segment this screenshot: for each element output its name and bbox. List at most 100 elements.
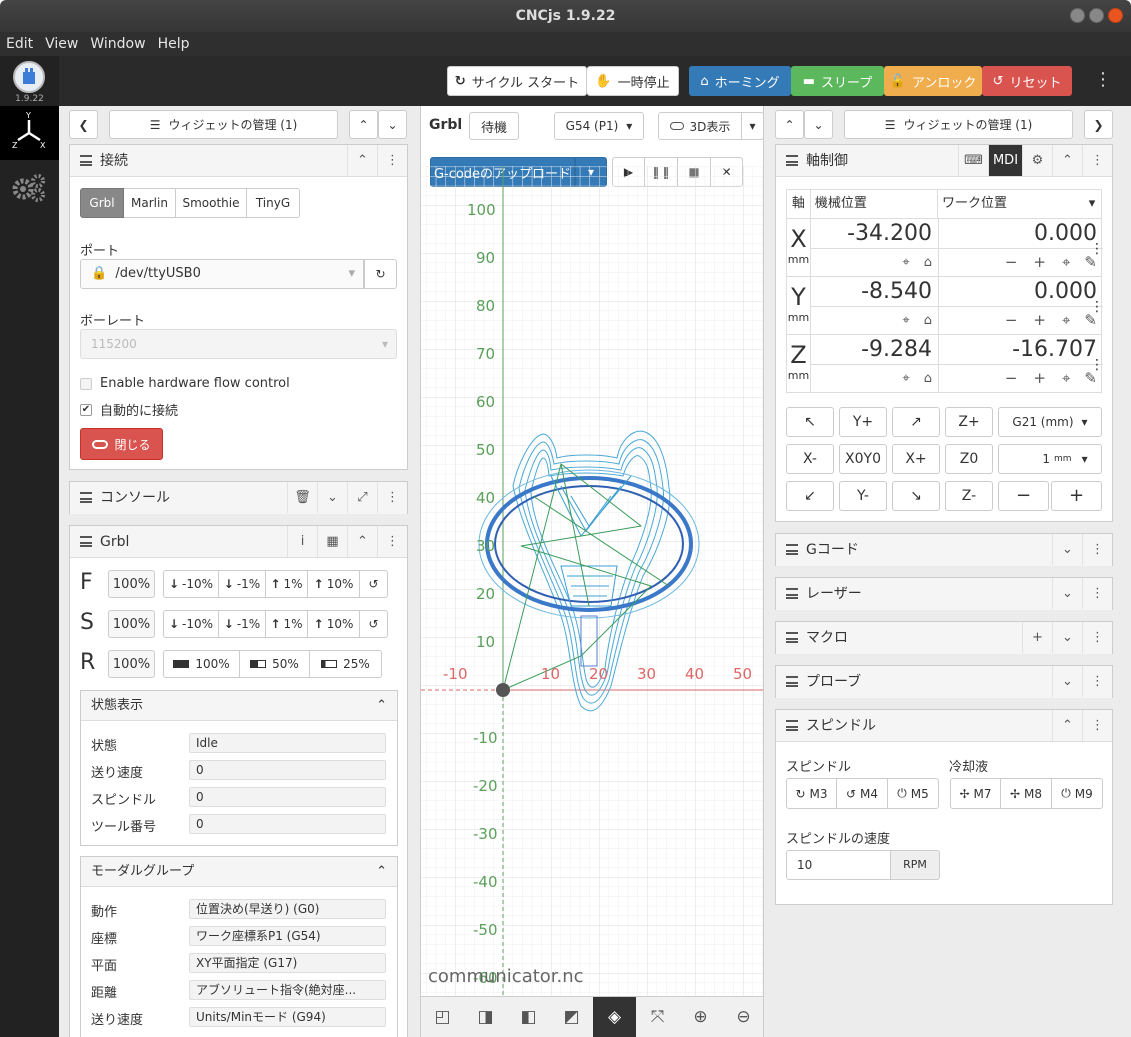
- map-marker-icon[interactable]: ⌖: [902, 255, 909, 270]
- collapse-right-button[interactable]: ❯: [1084, 110, 1113, 139]
- view-3d-icon[interactable]: ◈: [593, 997, 636, 1037]
- modal-groups-header[interactable]: モーダルグループ ⌃: [81, 857, 397, 887]
- jog-x-minus-y-plus-button[interactable]: ↖: [786, 407, 834, 437]
- spindle-m4-button[interactable]: ↺ M4: [837, 778, 888, 809]
- view-right-icon[interactable]: ◩: [550, 997, 593, 1037]
- drag-handle-icon[interactable]: [786, 720, 798, 731]
- info-icon[interactable]: i: [287, 526, 317, 557]
- wcs-select[interactable]: G54 (P1) ▾: [554, 112, 644, 140]
- keyboard-icon[interactable]: ⌨: [958, 145, 988, 176]
- scroll-up-left-button[interactable]: ⌃: [349, 110, 378, 139]
- more-vert-icon[interactable]: ⋮: [1082, 622, 1112, 653]
- units-select[interactable]: G21 (mm) ▾: [998, 407, 1102, 437]
- drag-handle-icon[interactable]: [80, 492, 92, 503]
- mdi-button[interactable]: MDI: [988, 145, 1022, 176]
- map-marker-icon[interactable]: ⌖: [902, 371, 909, 386]
- plus-icon[interactable]: +: [1033, 369, 1046, 387]
- spindle-reset-button[interactable]: ↺: [360, 610, 388, 638]
- chevron-down-icon[interactable]: ⌄: [1052, 666, 1082, 697]
- minimize-button[interactable]: [1070, 8, 1085, 23]
- status-panel-header[interactable]: 状態表示 ⌃: [81, 691, 397, 721]
- scroll-down-right-button[interactable]: ⌄: [804, 110, 833, 139]
- coolant-m8-button[interactable]: ✢ M8: [1001, 778, 1052, 809]
- home-icon[interactable]: ⌂: [924, 371, 932, 386]
- map-marker-icon[interactable]: ⌖: [1062, 369, 1070, 387]
- jog-y-plus-button[interactable]: Y+: [839, 407, 887, 437]
- go-to-xy-zero-button[interactable]: X0Y0: [839, 444, 887, 474]
- feed-reset-button[interactable]: ↺: [360, 570, 388, 598]
- more-vert-icon[interactable]: ⋮: [1090, 241, 1104, 257]
- more-menu-icon[interactable]: ⋮: [1094, 66, 1112, 96]
- rapid-50-button[interactable]: 50%: [240, 650, 310, 678]
- feed-minus1-button[interactable]: ↓ -1%: [219, 570, 266, 598]
- step-increase-button[interactable]: +: [1051, 481, 1102, 511]
- spindle-minus1-button[interactable]: ↓ -1%: [219, 610, 266, 638]
- menu-view[interactable]: View: [39, 36, 84, 52]
- minus-icon[interactable]: −: [1005, 369, 1018, 387]
- spindle-m3-button[interactable]: ↻ M3: [786, 778, 837, 809]
- plus-icon[interactable]: +: [1022, 622, 1052, 653]
- expand-icon[interactable]: ⤢: [347, 482, 377, 513]
- view-3d-toggle[interactable]: 3D表示: [658, 112, 742, 140]
- refresh-ports-button[interactable]: ↻: [364, 259, 397, 289]
- rapid-25-button[interactable]: 25%: [310, 650, 382, 678]
- coolant-m7-button[interactable]: ✢ M7: [950, 778, 1001, 809]
- chevron-up-icon[interactable]: ⌃: [1052, 710, 1082, 741]
- jog-z-minus-button[interactable]: Z-: [945, 481, 993, 511]
- view-options-dropdown[interactable]: ▾: [742, 112, 763, 140]
- reset-button[interactable]: ↺ リセット: [982, 66, 1072, 96]
- scroll-down-left-button[interactable]: ⌄: [378, 110, 407, 139]
- jog-z-plus-button[interactable]: Z+: [945, 407, 993, 437]
- gear-icon[interactable]: ⚙: [1022, 145, 1052, 176]
- jog-x-minus-y-minus-button[interactable]: ↙: [786, 481, 834, 511]
- tab-grbl[interactable]: Grbl: [80, 188, 124, 218]
- nav-workspace[interactable]: Y Z X: [0, 106, 59, 160]
- zoom-in-icon[interactable]: ⊕: [679, 997, 722, 1037]
- more-vert-icon[interactable]: ⋮: [377, 482, 407, 513]
- nav-settings[interactable]: [0, 160, 59, 214]
- work-pos-z[interactable]: -16.707: [939, 335, 1103, 365]
- drag-handle-icon[interactable]: [786, 155, 798, 166]
- more-vert-icon[interactable]: ⋮: [1082, 710, 1112, 741]
- zoom-out-icon[interactable]: ⊖: [722, 997, 763, 1037]
- more-vert-icon[interactable]: ⋮: [1090, 357, 1104, 373]
- spindle-plus1-button[interactable]: ↑ 1%: [266, 610, 308, 638]
- go-to-z-zero-button[interactable]: Z0: [945, 444, 993, 474]
- auto-connect-checkbox[interactable]: ✔: [80, 403, 92, 416]
- fit-view-icon[interactable]: ⤧: [636, 997, 679, 1037]
- work-pos-y[interactable]: 0.000: [939, 277, 1103, 307]
- manage-widgets-right-button[interactable]: ☰ ウィジェットの管理 (1): [844, 110, 1073, 139]
- spindle-speed-input[interactable]: 10: [786, 850, 891, 880]
- sleep-button[interactable]: ▬ スリープ: [791, 66, 884, 96]
- unlock-button[interactable]: 🔓 アンロック: [884, 66, 982, 96]
- more-vert-icon[interactable]: ⋮: [377, 526, 407, 557]
- homing-button[interactable]: ⌂ ホーミング: [689, 66, 791, 96]
- chevron-up-icon[interactable]: ⌃: [347, 526, 377, 557]
- more-vert-icon[interactable]: ⋮: [1082, 534, 1112, 565]
- spindle-minus10-button[interactable]: ↓ -10%: [163, 610, 219, 638]
- drag-handle-icon[interactable]: [786, 544, 798, 555]
- maximize-button[interactable]: [1089, 8, 1104, 23]
- jog-x-plus-y-minus-button[interactable]: ↘: [892, 481, 940, 511]
- chevron-down-icon[interactable]: ⌄: [1052, 534, 1082, 565]
- spindle-plus10-button[interactable]: ↑ 10%: [308, 610, 360, 638]
- close-window-button[interactable]: [1108, 8, 1123, 23]
- caret-down-icon[interactable]: ▾: [1083, 190, 1101, 218]
- step-distance-select[interactable]: 1 mm ▾: [998, 444, 1102, 474]
- map-marker-icon[interactable]: ⌖: [1062, 253, 1070, 271]
- home-icon[interactable]: ⌂: [924, 255, 932, 270]
- cycle-start-button[interactable]: ↻ サイクル スタート: [447, 66, 587, 96]
- scroll-up-right-button[interactable]: ⌃: [775, 110, 804, 139]
- minus-icon[interactable]: −: [1005, 311, 1018, 329]
- chevron-up-icon[interactable]: ⌃: [1052, 145, 1082, 176]
- minus-icon[interactable]: −: [1005, 253, 1018, 271]
- feedhold-button[interactable]: ✋ 一時停止: [587, 66, 679, 96]
- jog-x-minus-button[interactable]: X-: [786, 444, 834, 474]
- view-front-icon[interactable]: ◨: [464, 997, 507, 1037]
- chevron-down-icon[interactable]: ⌄: [317, 482, 347, 513]
- menu-window[interactable]: Window: [84, 36, 151, 52]
- menu-edit[interactable]: Edit: [0, 36, 39, 52]
- more-vert-icon[interactable]: ⋮: [1082, 666, 1112, 697]
- drag-handle-icon[interactable]: [786, 632, 798, 643]
- chevron-down-icon[interactable]: ⌄: [1052, 578, 1082, 609]
